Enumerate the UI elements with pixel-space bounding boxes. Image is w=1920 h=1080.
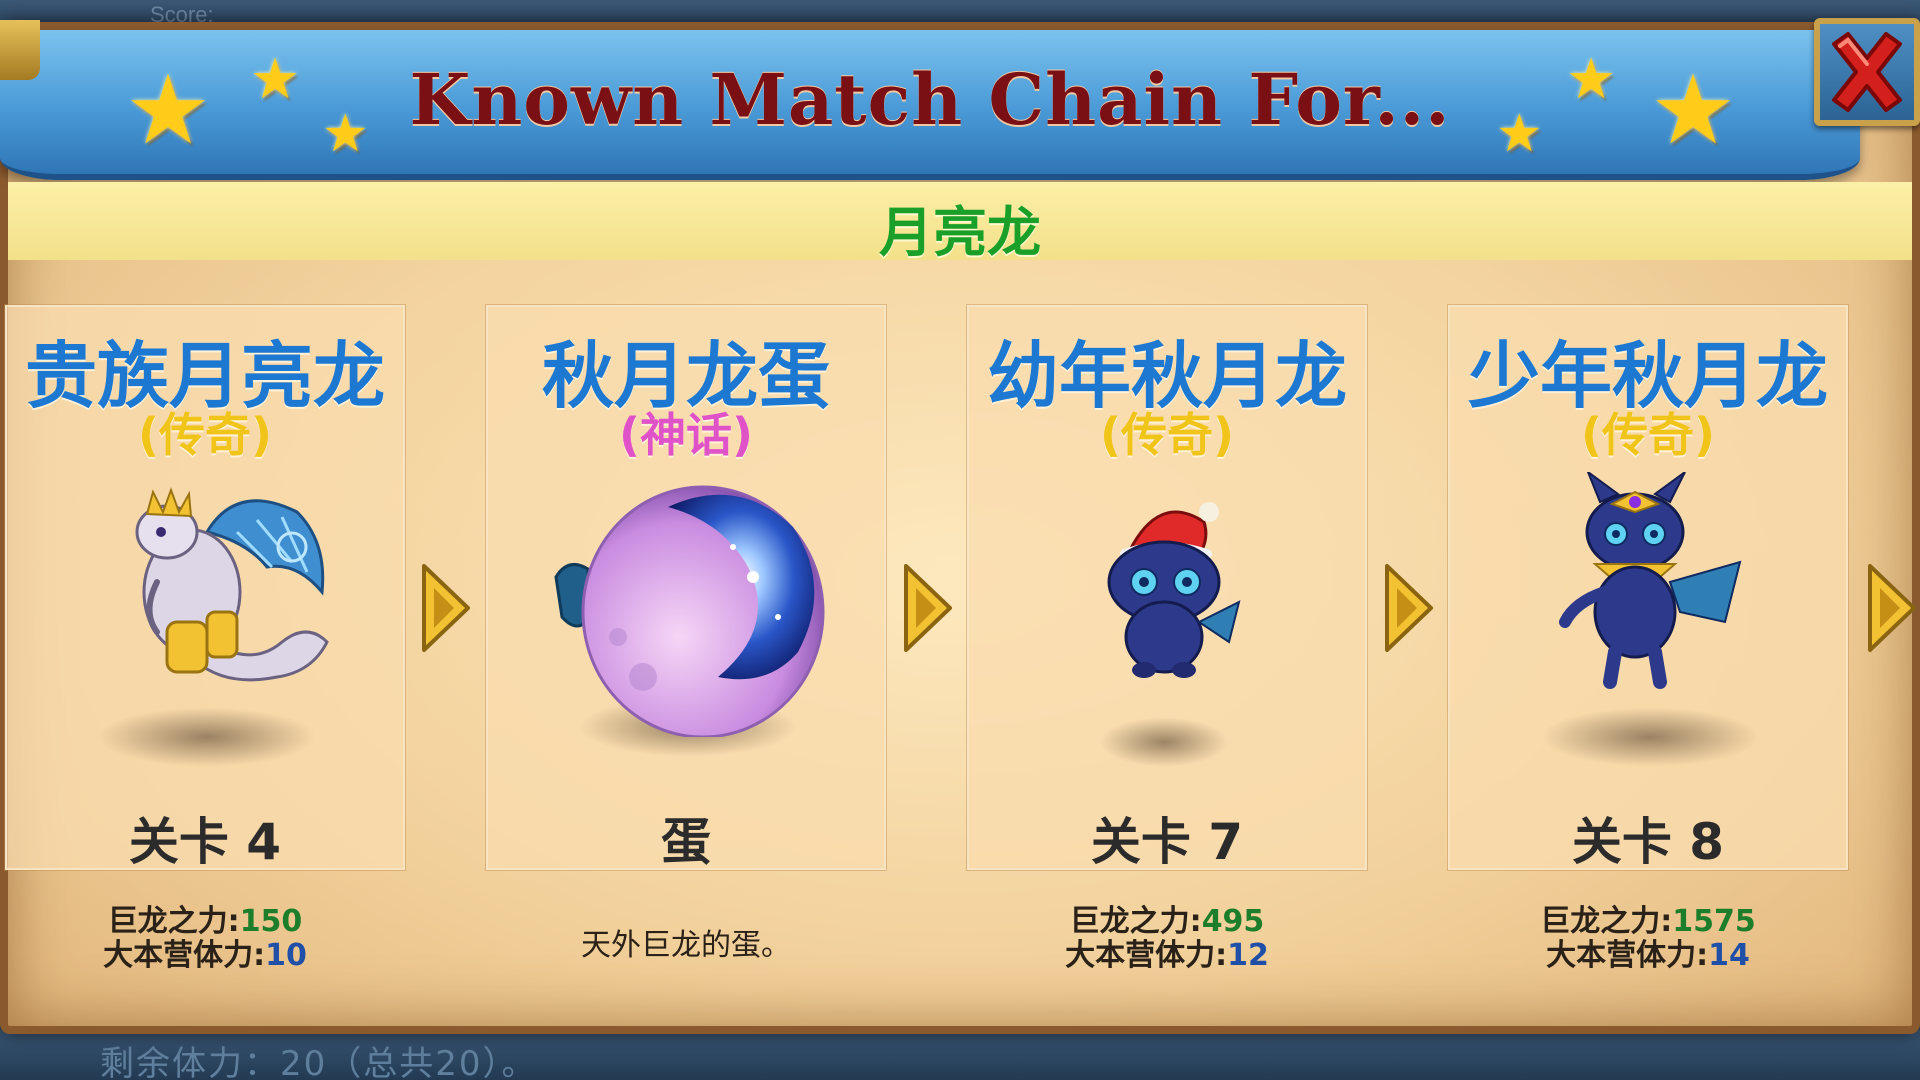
baby-autumn-moon-dragon-image bbox=[1107, 502, 1241, 678]
creature-stats: 巨龙之力:495 大本营体力:12 bbox=[967, 905, 1367, 973]
level-label: 关卡 8 bbox=[1571, 813, 1725, 871]
chain-family-name: 月亮龙 bbox=[879, 201, 1041, 264]
teen-autumn-moon-dragon-image bbox=[1559, 472, 1742, 689]
autumn-moon-dragon-egg-image bbox=[554, 485, 825, 737]
camp-power-label: 大本营体力: bbox=[103, 938, 266, 973]
camp-power-value: 12 bbox=[1227, 938, 1269, 973]
dragon-power-label: 巨龙之力: bbox=[1540, 904, 1673, 939]
remaining-energy-text: 剩余体力：20（总共20）。 bbox=[100, 1044, 538, 1080]
creature-description: 天外巨龙的蛋。 bbox=[581, 928, 791, 963]
noble-moon-dragon-image bbox=[135, 487, 329, 682]
camp-power-value: 14 bbox=[1708, 938, 1750, 973]
chain-card[interactable]: 贵族月亮龙 (传奇) 关卡 4 bbox=[5, 305, 405, 871]
chain-card[interactable]: 少年秋月龙 (传奇) 关卡 8 bbox=[1448, 305, 1848, 871]
camp-power-label: 大本营体力: bbox=[1065, 938, 1228, 973]
rarity-label: (传奇) bbox=[137, 408, 273, 462]
ground-shadow bbox=[1099, 717, 1229, 767]
chain-card[interactable]: 秋月龙蛋 (神话) 蛋 bbox=[486, 305, 886, 871]
close-x-icon bbox=[1832, 32, 1902, 112]
rarity-label: (神话) bbox=[618, 408, 754, 462]
chain-card[interactable]: 幼年秋月龙 (传奇) 关卡 7 bbox=[967, 305, 1367, 871]
level-label: 关卡 7 bbox=[1090, 813, 1244, 871]
creature-stats: 巨龙之力:1575 大本营体力:14 bbox=[1448, 905, 1848, 973]
close-button[interactable] bbox=[1814, 18, 1920, 126]
chain-arrow-icon bbox=[904, 564, 952, 652]
chain-arrow-icon bbox=[1385, 564, 1433, 652]
level-label: 蛋 bbox=[661, 813, 711, 871]
dragon-power-value: 495 bbox=[1201, 904, 1265, 939]
camp-power-value: 10 bbox=[265, 938, 307, 973]
dialog-title: Known Match Chain For... bbox=[409, 58, 1451, 141]
ground-shadow bbox=[1540, 707, 1760, 767]
rarity-label: (传奇) bbox=[1099, 408, 1235, 462]
creature-stats: 巨龙之力:150 大本营体力:10 bbox=[5, 905, 405, 973]
rarity-label: (传奇) bbox=[1580, 408, 1716, 462]
dragon-power-value: 150 bbox=[239, 904, 303, 939]
ground-shadow bbox=[97, 707, 317, 767]
dragon-power-label: 巨龙之力: bbox=[107, 904, 240, 939]
chain-arrow-icon bbox=[1868, 564, 1916, 652]
dragon-power-value: 1575 bbox=[1672, 904, 1756, 939]
camp-power-label: 大本营体力: bbox=[1546, 938, 1709, 973]
level-label: 关卡 4 bbox=[128, 813, 282, 871]
chain-arrow-icon bbox=[422, 564, 470, 652]
dragon-power-label: 巨龙之力: bbox=[1069, 904, 1202, 939]
